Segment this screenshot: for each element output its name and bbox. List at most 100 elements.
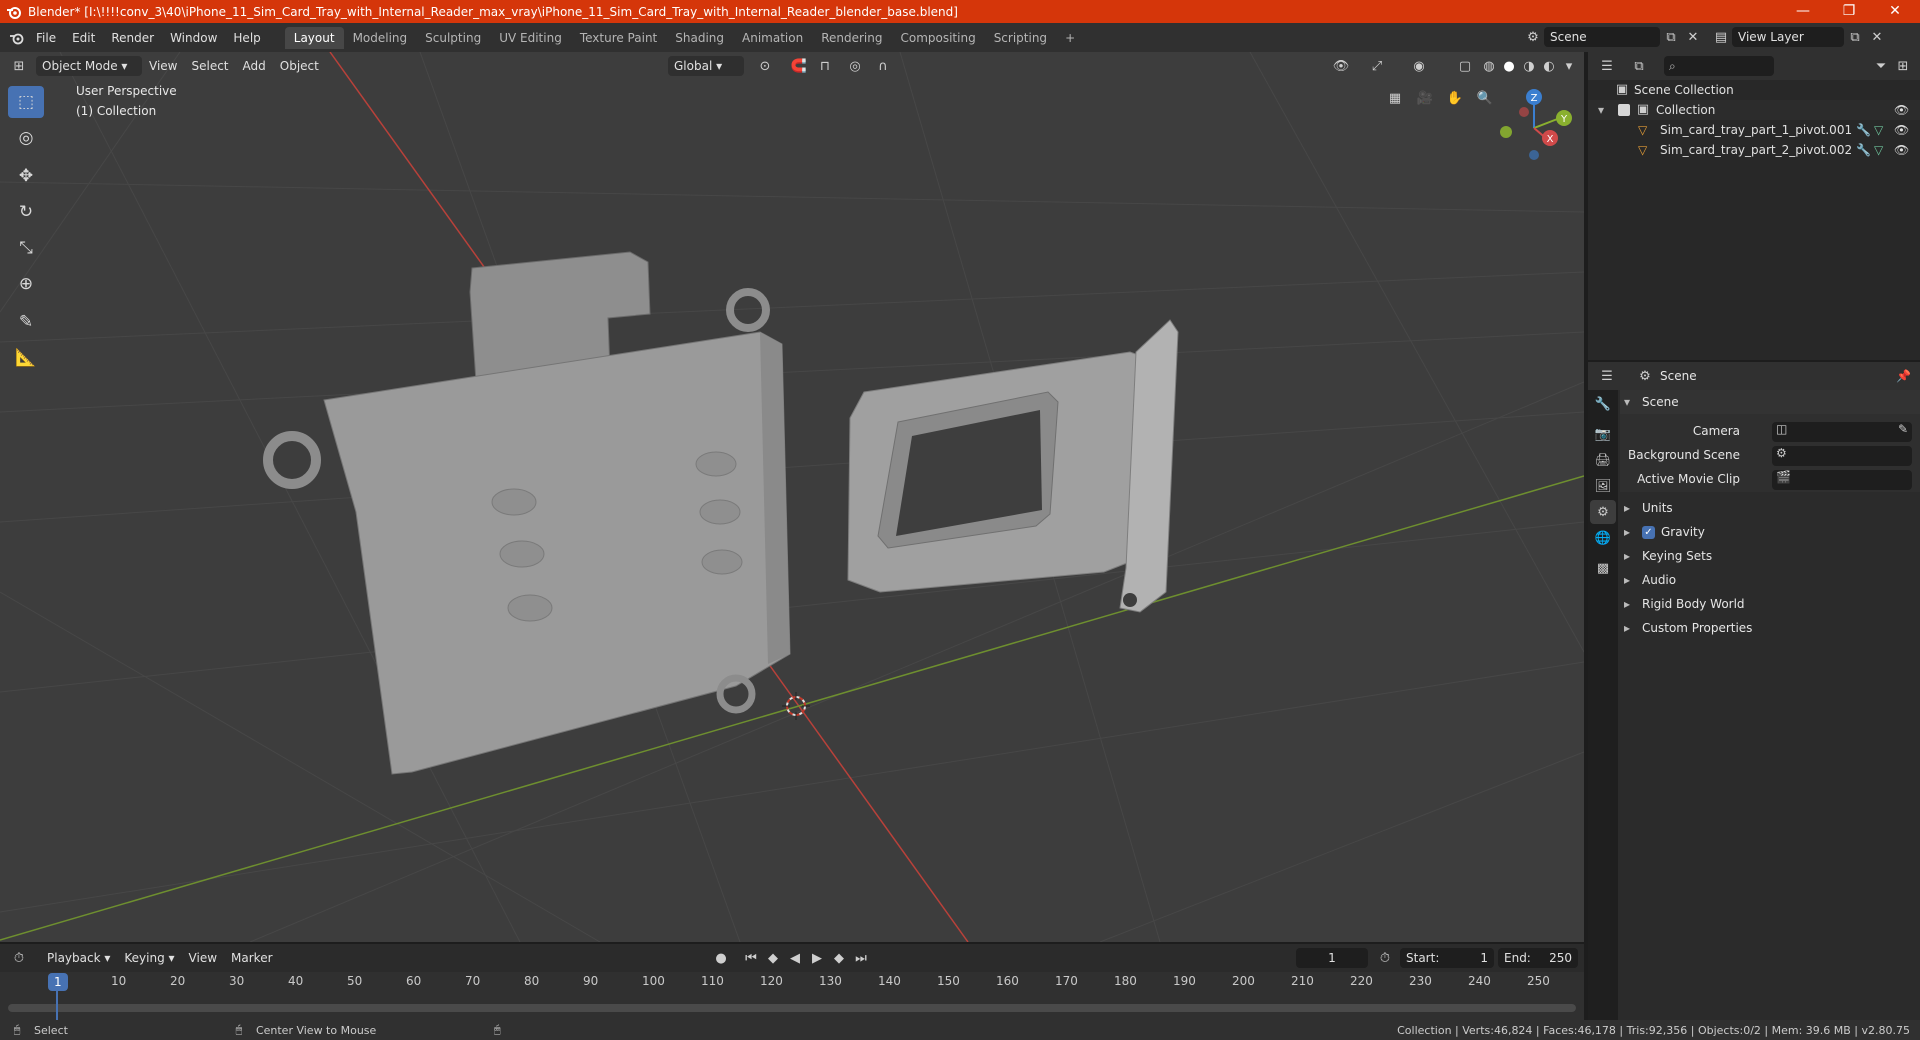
- eye-icon[interactable]: 👁: [1894, 120, 1909, 140]
- select-box-tool[interactable]: ⬚: [8, 86, 44, 118]
- jump-keyframe-back-icon[interactable]: ◆: [762, 948, 784, 968]
- timeline-editor-icon[interactable]: ⏱: [8, 948, 30, 968]
- gravity-checkbox[interactable]: ✓: [1642, 525, 1655, 539]
- render-tab-icon[interactable]: 📷: [1590, 422, 1616, 446]
- mesh-data-icon[interactable]: ▽: [1874, 140, 1883, 160]
- viewport-menu-view[interactable]: View: [142, 56, 184, 76]
- menu-file[interactable]: File: [28, 27, 64, 49]
- audio-panel-header[interactable]: ▸ Audio: [1620, 568, 1920, 592]
- modifier-icon[interactable]: 🔧: [1856, 140, 1871, 160]
- outliner-scene-collection[interactable]: ▣ Scene Collection: [1588, 80, 1920, 100]
- sim-card-tray-model[interactable]: [847, 319, 1179, 613]
- snap-icon[interactable]: 🧲: [788, 56, 810, 76]
- view-layer-selector[interactable]: View Layer: [1732, 27, 1844, 47]
- play-reverse-icon[interactable]: ◀: [784, 948, 806, 968]
- tab-sculpting[interactable]: Sculpting: [416, 27, 490, 49]
- remove-view-layer-icon[interactable]: ✕: [1866, 27, 1888, 47]
- camera-field[interactable]: ◫ ✎: [1772, 422, 1912, 442]
- play-icon[interactable]: ▶: [806, 948, 828, 968]
- object-mode-dropdown[interactable]: Object Mode ▾: [36, 56, 142, 76]
- toggle-grid-view-icon[interactable]: ▦: [1380, 88, 1410, 108]
- collection-checkbox[interactable]: [1618, 104, 1630, 116]
- 3d-viewport[interactable]: Z Y X User Perspective (1) Collection ▦ …: [0, 52, 1584, 942]
- filter-icon[interactable]: ⏷: [1870, 56, 1892, 76]
- texture-tab-icon[interactable]: ▩: [1590, 556, 1616, 580]
- expand-arrow-icon[interactable]: ▾: [1624, 390, 1638, 414]
- maximize-button[interactable]: ❐: [1826, 0, 1872, 23]
- blender-menu-icon[interactable]: [6, 28, 28, 48]
- display-mode-icon[interactable]: ⧉: [1628, 56, 1650, 76]
- transform-orientation-dropdown[interactable]: Global ▾: [668, 56, 744, 76]
- menu-render[interactable]: Render: [103, 27, 162, 49]
- rotate-tool[interactable]: ↻: [8, 196, 44, 228]
- scale-tool[interactable]: ⤡: [8, 232, 44, 264]
- tab-animation[interactable]: Animation: [733, 27, 812, 49]
- transform-tool[interactable]: ⊕: [8, 268, 44, 300]
- tool-settings-tab-icon[interactable]: 🔧: [1590, 392, 1616, 416]
- viewport-menu-add[interactable]: Add: [236, 56, 273, 76]
- pan-view-icon[interactable]: ✋: [1440, 88, 1470, 108]
- add-workspace-button[interactable]: +: [1056, 27, 1084, 49]
- current-frame-field[interactable]: 1: [1296, 948, 1368, 968]
- timeline-ruler[interactable]: 1 10 20 30 40 50 60 70 80 90 100 110 120 130 140 150 160…: [8, 972, 1576, 992]
- jump-end-icon[interactable]: ⏭: [850, 948, 872, 968]
- wireframe-shading-icon[interactable]: ◍: [1478, 56, 1500, 76]
- output-tab-icon[interactable]: 🖨: [1590, 448, 1616, 472]
- outliner-search-input[interactable]: ⌕: [1664, 56, 1774, 76]
- world-tab-icon[interactable]: 🌐: [1590, 526, 1616, 550]
- xray-icon[interactable]: ▢: [1454, 56, 1476, 76]
- pin-icon[interactable]: 📌: [1896, 369, 1911, 383]
- falloff-icon[interactable]: ∩: [872, 56, 894, 76]
- gravity-panel-header[interactable]: ▸ ✓ Gravity: [1620, 520, 1920, 544]
- measure-tool[interactable]: 📐: [8, 342, 44, 374]
- background-scene-field[interactable]: ⚙: [1772, 446, 1912, 466]
- outliner-object-row[interactable]: ▽ Sim_card_tray_part_2_pivot.002 🔧 ▽ 👁: [1588, 140, 1920, 160]
- pivot-point-icon[interactable]: ⊙: [754, 56, 776, 76]
- tab-rendering[interactable]: Rendering: [812, 27, 891, 49]
- expand-arrow-icon[interactable]: ▸: [1624, 544, 1638, 568]
- menu-edit[interactable]: Edit: [64, 27, 103, 49]
- shading-options-icon[interactable]: ▾: [1558, 56, 1580, 76]
- outliner-collection-row[interactable]: ▾ ▣ Collection 👁: [1588, 100, 1920, 120]
- expand-arrow-icon[interactable]: ▸: [1624, 592, 1638, 616]
- scene-tab-icon[interactable]: ⚙: [1590, 500, 1616, 524]
- properties-editor-icon[interactable]: ☰: [1596, 366, 1618, 386]
- snap-target-icon[interactable]: ⊓: [814, 56, 836, 76]
- eye-icon[interactable]: 👁: [1894, 100, 1909, 120]
- playback-menu[interactable]: Playback ▾: [40, 948, 117, 968]
- proportional-edit-icon[interactable]: ◎: [844, 56, 866, 76]
- start-frame-field[interactable]: Start: 1: [1400, 948, 1494, 968]
- camera-view-icon[interactable]: 🎥: [1410, 88, 1440, 108]
- mesh-data-icon[interactable]: ▽: [1874, 120, 1883, 140]
- eyedropper-icon[interactable]: ✎: [1898, 422, 1908, 436]
- new-view-layer-icon[interactable]: ⧉: [1844, 27, 1866, 47]
- navigation-gizmo[interactable]: Z Y X: [1500, 89, 1572, 160]
- remove-scene-icon[interactable]: ✕: [1682, 27, 1704, 47]
- timeline-scrollbar[interactable]: [8, 1004, 1576, 1012]
- keying-menu[interactable]: Keying ▾: [117, 948, 181, 968]
- modifier-icon[interactable]: 🔧: [1856, 120, 1871, 140]
- menu-help[interactable]: Help: [225, 27, 268, 49]
- menu-window[interactable]: Window: [162, 27, 225, 49]
- expand-arrow-icon[interactable]: ▸: [1624, 616, 1638, 640]
- viewport-menu-select[interactable]: Select: [184, 56, 235, 76]
- units-panel-header[interactable]: ▸ Units: [1620, 496, 1920, 520]
- timeline-view-menu[interactable]: View: [182, 948, 224, 968]
- expand-arrow-icon[interactable]: ▾: [1598, 100, 1612, 120]
- new-scene-icon[interactable]: ⧉: [1660, 27, 1682, 47]
- expand-arrow-icon[interactable]: ▸: [1624, 496, 1638, 520]
- viewport-menu-object[interactable]: Object: [273, 56, 326, 76]
- jump-start-icon[interactable]: ⏮: [740, 948, 762, 968]
- keying-sets-panel-header[interactable]: ▸ Keying Sets: [1620, 544, 1920, 568]
- expand-arrow-icon[interactable]: ▸: [1624, 568, 1638, 592]
- visibility-icon[interactable]: 👁: [1330, 56, 1352, 76]
- close-window-button[interactable]: ✕: [1872, 0, 1918, 23]
- rigid-body-world-panel-header[interactable]: ▸ Rigid Body World: [1620, 592, 1920, 616]
- custom-properties-panel-header[interactable]: ▸ Custom Properties: [1620, 616, 1920, 640]
- tab-uv-editing[interactable]: UV Editing: [490, 27, 571, 49]
- zoom-view-icon[interactable]: 🔍: [1470, 88, 1500, 108]
- scene-selector[interactable]: Scene: [1544, 27, 1660, 47]
- rendered-shading-icon[interactable]: ◐: [1538, 56, 1560, 76]
- editor-type-icon[interactable]: ⊞: [8, 56, 30, 76]
- jump-keyframe-forward-icon[interactable]: ◆: [828, 948, 850, 968]
